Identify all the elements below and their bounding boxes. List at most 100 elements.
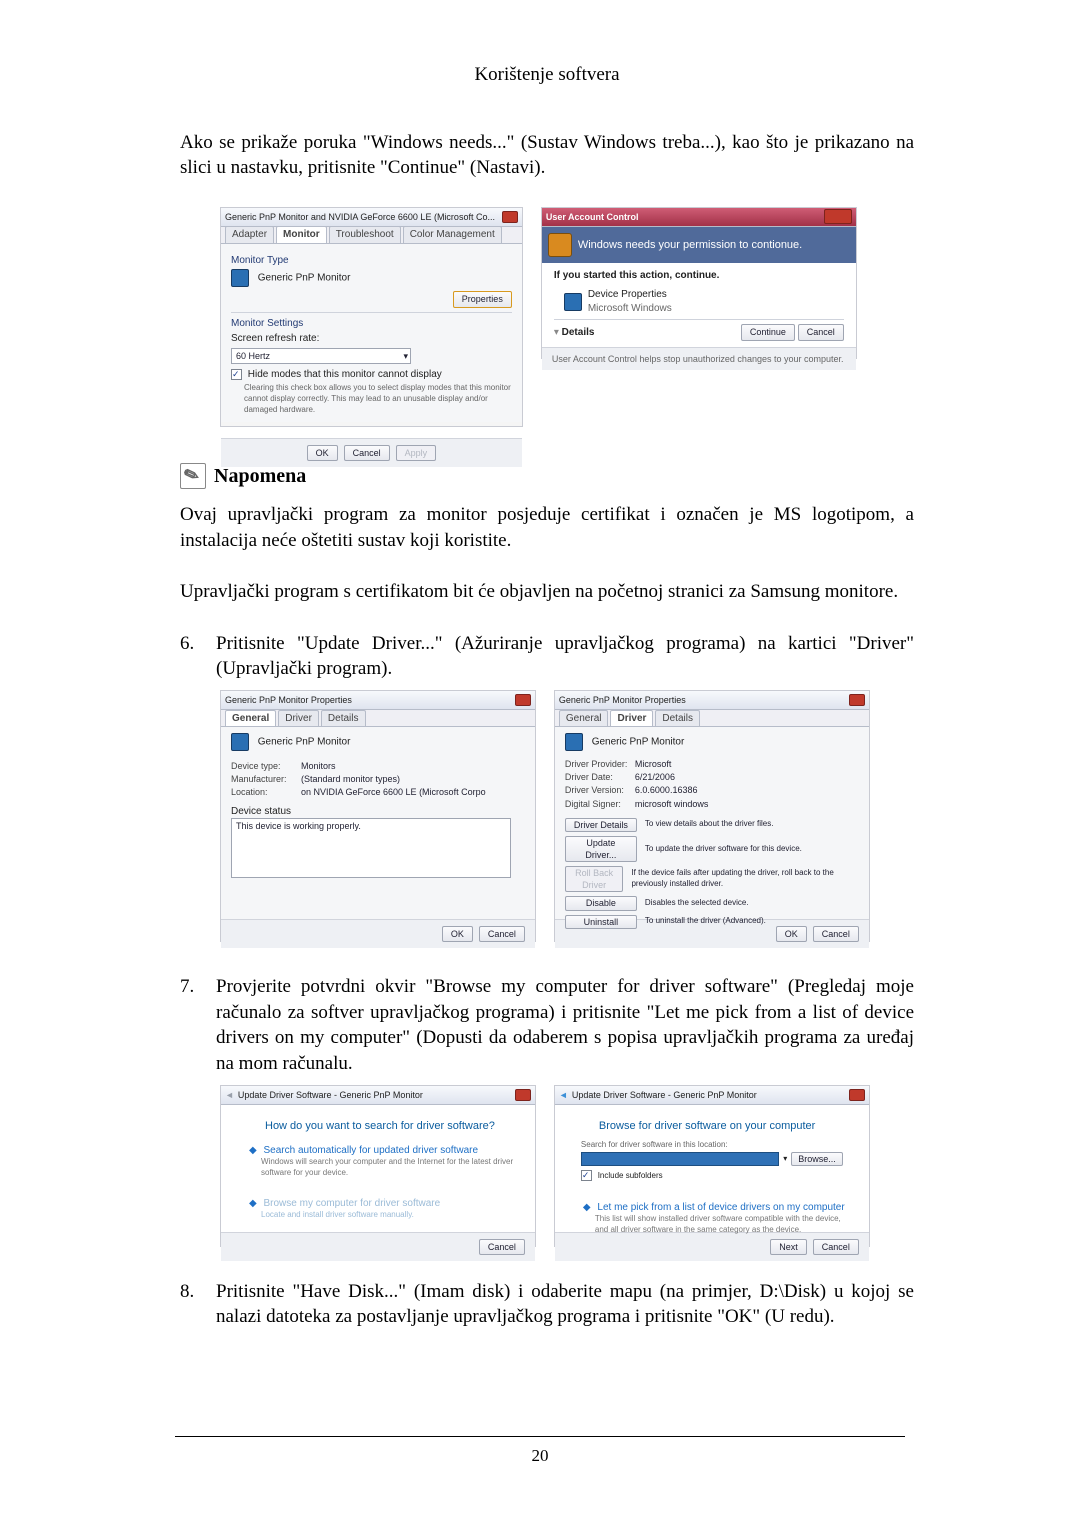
kv-value: Monitors [301, 760, 336, 772]
hide-modes-label: Hide modes that this monitor cannot disp… [248, 369, 442, 380]
device-name: Generic PnP Monitor [592, 737, 685, 748]
window-title: User Account Control [546, 211, 639, 223]
cancel-button[interactable]: Cancel [798, 324, 844, 340]
kv-value: on NVIDIA GeForce 6600 LE (Microsoft Cor… [301, 786, 486, 798]
uac-footer: User Account Control helps stop unauthor… [542, 347, 856, 370]
kv-value: microsoft windows [635, 798, 709, 810]
hide-modes-note: Clearing this check box allows you to se… [244, 383, 512, 415]
page-header: Korištenje softvera [180, 62, 914, 88]
update-driver-button[interactable]: Update Driver... [565, 836, 637, 862]
ok-button[interactable]: OK [442, 926, 473, 942]
chevron-down-icon[interactable]: ▾ [403, 350, 408, 362]
uac-if-started: If you started this action, continue. [554, 269, 844, 283]
kv-key: Manufacturer: [231, 773, 301, 785]
tab-adapter[interactable]: Adapter [225, 226, 274, 243]
refresh-rate-value[interactable]: 60 Hertz [236, 351, 270, 361]
disable-button[interactable]: Disable [565, 896, 637, 910]
rollback-driver-button[interactable]: Roll Back Driver [565, 866, 624, 892]
note-heading: Napomena [214, 463, 306, 490]
button-description: If the device fails after updating the d… [631, 868, 858, 890]
tab-general[interactable]: General [559, 710, 609, 727]
back-icon[interactable]: ◄ [225, 1089, 234, 1101]
apply-button[interactable]: Apply [396, 445, 437, 461]
monitor-type-label: Monitor Type [231, 254, 512, 268]
tab-details[interactable]: Details [655, 710, 700, 727]
cancel-button[interactable]: Cancel [344, 445, 390, 461]
program-icon [564, 293, 582, 311]
shield-icon [548, 233, 572, 257]
kv-key: Driver Version: [565, 784, 635, 796]
button-description: To uninstall the driver (Advanced). [645, 916, 766, 927]
bullet-icon: ◆ [249, 1198, 257, 1209]
step-text: Provjerite potvrdni okvir "Browse my com… [216, 974, 914, 1077]
close-icon[interactable] [515, 694, 531, 706]
monitor-icon [231, 733, 249, 751]
close-icon[interactable] [515, 1089, 531, 1101]
kv-value: 6/21/2006 [635, 771, 675, 783]
page-number: 20 [175, 1436, 905, 1468]
chevron-down-icon[interactable]: ▾ [554, 327, 562, 338]
tab-general[interactable]: General [225, 710, 276, 727]
kv-key: Driver Date: [565, 771, 635, 783]
kv-value: (Standard monitor types) [301, 773, 400, 785]
cancel-button[interactable]: Cancel [479, 926, 525, 942]
kv-key: Digital Signer: [565, 798, 635, 810]
window-title: Update Driver Software - Generic PnP Mon… [572, 1089, 757, 1101]
screenshot-properties-general: Generic PnP Monitor Properties General D… [220, 690, 536, 942]
step-text: Pritisnite "Have Disk..." (Imam disk) i … [216, 1279, 914, 1330]
properties-button[interactable]: Properties [453, 291, 512, 307]
tab-monitor[interactable]: Monitor [276, 226, 327, 243]
step-number: 6. [180, 631, 216, 682]
close-icon[interactable] [849, 1089, 865, 1101]
note-paragraph-2: Upravljački program s certifikatom bit ć… [180, 579, 914, 605]
cancel-button[interactable]: Cancel [813, 926, 859, 942]
uninstall-button[interactable]: Uninstall [565, 915, 637, 929]
device-status-label: Device status [231, 805, 525, 819]
close-icon[interactable] [502, 211, 518, 223]
step-text: Pritisnite "Update Driver..." (Ažuriranj… [216, 631, 914, 682]
wizard-headline: How do you want to search for driver sof… [231, 1111, 525, 1140]
driver-details-button[interactable]: Driver Details [565, 818, 637, 832]
device-name: Generic PnP Monitor [258, 737, 351, 748]
screenshot-properties-driver: Generic PnP Monitor Properties General D… [554, 690, 870, 942]
browse-button[interactable]: Browse... [791, 1152, 843, 1166]
option-description: Windows will search your computer and th… [261, 1157, 517, 1179]
tab-color-management[interactable]: Color Management [403, 226, 502, 243]
uac-program: Device Properties [588, 288, 672, 302]
window-title: Generic PnP Monitor Properties [559, 694, 686, 706]
screenshot-monitor-tab: Generic PnP Monitor and NVIDIA GeForce 6… [220, 207, 523, 427]
chevron-down-icon[interactable]: ▾ [783, 1154, 787, 1165]
let-me-pick-option[interactable]: Let me pick from a list of device driver… [597, 1202, 844, 1213]
close-icon[interactable] [849, 694, 865, 706]
location-input[interactable] [581, 1152, 779, 1166]
step-8: 8. Pritisnite "Have Disk..." (Imam disk)… [180, 1279, 914, 1330]
tab-driver[interactable]: Driver [610, 710, 653, 727]
ok-button[interactable]: OK [307, 445, 338, 461]
hide-modes-checkbox[interactable] [231, 369, 242, 380]
continue-button[interactable]: Continue [741, 324, 795, 340]
include-subfolders-checkbox[interactable] [581, 1170, 592, 1181]
ok-button[interactable]: OK [776, 926, 807, 942]
cancel-button[interactable]: Cancel [479, 1239, 525, 1255]
button-description: To view details about the driver files. [645, 819, 774, 830]
next-button[interactable]: Next [770, 1239, 807, 1255]
wizard-headline: Browse for driver software on your compu… [565, 1111, 859, 1140]
close-icon[interactable] [824, 209, 852, 224]
cancel-button[interactable]: Cancel [813, 1239, 859, 1255]
tab-details[interactable]: Details [321, 710, 366, 727]
intro-paragraph: Ako se prikaže poruka "Windows needs..."… [180, 130, 914, 181]
tab-driver[interactable]: Driver [278, 710, 319, 727]
browse-computer-option[interactable]: Browse my computer for driver software [263, 1198, 440, 1209]
search-location-label: Search for driver software in this locat… [581, 1140, 843, 1151]
details-toggle[interactable]: Details [562, 327, 595, 338]
monitor-icon [565, 733, 583, 751]
button-description: To update the driver software for this d… [645, 844, 802, 855]
monitor-icon [231, 269, 249, 287]
back-icon[interactable]: ◄ [559, 1089, 568, 1101]
include-subfolders-label: Include subfolders [598, 1171, 663, 1180]
search-auto-option[interactable]: Search automatically for updated driver … [263, 1145, 478, 1156]
tab-troubleshoot[interactable]: Troubleshoot [329, 226, 401, 243]
step-number: 7. [180, 974, 216, 1077]
note-icon [180, 463, 206, 489]
screenshot-update-wizard-2: ◄ Update Driver Software - Generic PnP M… [554, 1085, 870, 1247]
